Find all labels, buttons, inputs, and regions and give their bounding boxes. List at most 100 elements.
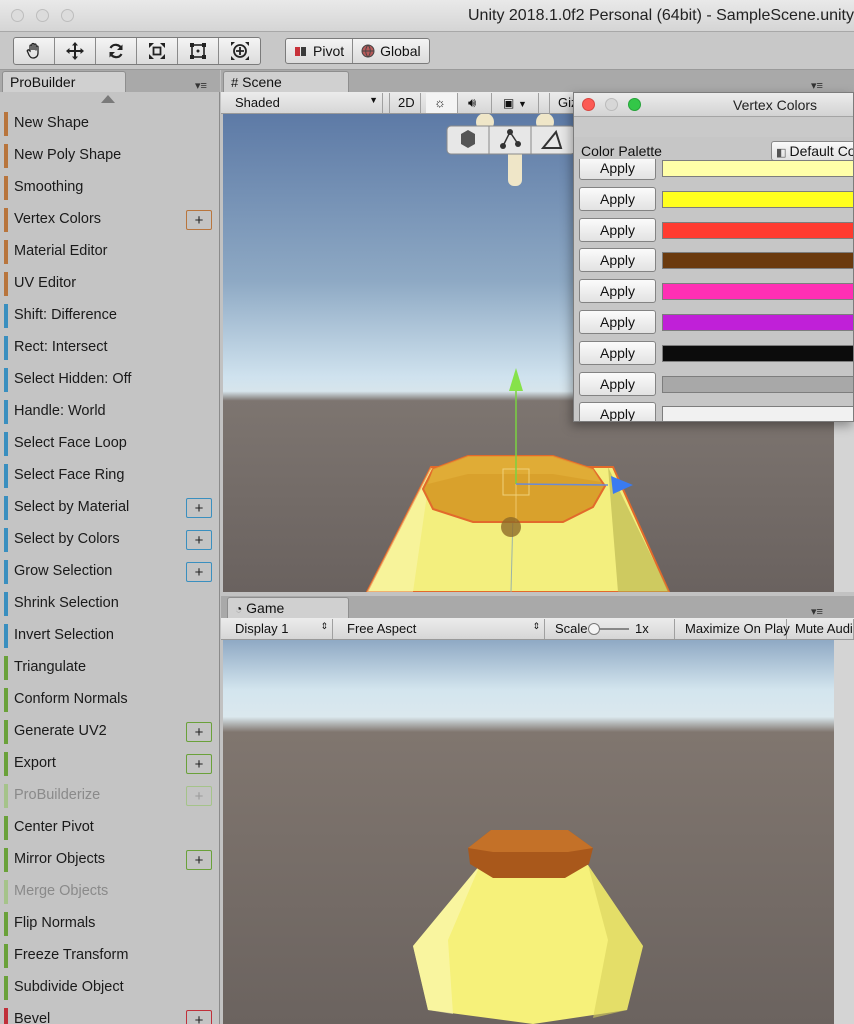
apply-color-button[interactable]: Apply	[579, 310, 656, 334]
probuilder-item-label: Shrink Selection	[14, 595, 119, 611]
global-toggle[interactable]: Global	[353, 39, 428, 63]
probuilder-item[interactable]: Select by Colors +	[4, 528, 214, 552]
scene-panel-menu-icon[interactable]: ▾≡	[811, 79, 823, 92]
probuilder-item[interactable]: Flip Normals	[4, 912, 214, 936]
apply-color-button[interactable]: Apply	[579, 402, 656, 421]
hand-tool-button[interactable]	[14, 38, 55, 64]
color-swatch[interactable]	[662, 314, 853, 331]
category-color-bar	[4, 336, 8, 360]
probuilder-item[interactable]: New Shape	[4, 112, 214, 136]
effects-dropdown[interactable]: ▣ ▼	[495, 93, 539, 113]
tab-probuilder[interactable]: ProBuilder	[2, 71, 126, 92]
tab-scene[interactable]: # Scene	[223, 71, 349, 92]
color-swatch[interactable]	[662, 252, 853, 270]
probuilder-item[interactable]: Mirror Objects +	[4, 848, 214, 872]
close-window-button[interactable]	[11, 9, 24, 22]
options-plus-button[interactable]: +	[186, 722, 212, 742]
color-swatch[interactable]	[662, 190, 853, 208]
mute-audio-toggle[interactable]: Mute Audio	[787, 619, 854, 639]
options-plus-button[interactable]: +	[186, 498, 212, 518]
2d-toggle[interactable]: 2D	[389, 93, 421, 113]
probuilder-item[interactable]: Rect: Intersect	[4, 336, 214, 360]
y-axis-handle[interactable]	[509, 368, 523, 391]
transform-tools	[13, 37, 261, 65]
options-plus-button[interactable]: +	[186, 562, 212, 582]
probuilder-item[interactable]: Triangulate	[4, 656, 214, 680]
color-palette-field[interactable]: ◧ Default Color Palette	[771, 141, 853, 161]
probuilder-item[interactable]: Shrink Selection	[4, 592, 214, 616]
probuilder-item[interactable]: Grow Selection +	[4, 560, 214, 584]
apply-color-button[interactable]: Apply	[579, 217, 656, 242]
vc-minimize-button[interactable]	[605, 98, 618, 111]
probuilder-item[interactable]: Select Face Loop	[4, 432, 214, 456]
aspect-value: Free Aspect	[347, 621, 417, 636]
probuilder-item-label: Conform Normals	[14, 691, 128, 707]
vc-close-button[interactable]	[582, 98, 595, 111]
probuilder-item[interactable]: Export +	[4, 752, 214, 776]
probuilder-item[interactable]: Select by Material +	[4, 496, 214, 520]
audio-toggle[interactable]: 🔊︎	[460, 93, 492, 113]
category-color-bar	[4, 368, 8, 392]
shading-mode-dropdown[interactable]: Shaded ▼	[227, 93, 383, 113]
color-swatch[interactable]	[662, 160, 853, 177]
probuilder-item[interactable]: Conform Normals	[4, 688, 214, 712]
scale-slider-thumb[interactable]	[588, 623, 600, 635]
game-panel-menu-icon[interactable]: ▾≡	[811, 605, 823, 618]
color-swatch[interactable]	[662, 375, 853, 393]
category-color-bar	[4, 304, 8, 328]
options-plus-button[interactable]: +	[186, 850, 212, 870]
apply-color-button[interactable]: Apply	[579, 371, 656, 396]
move-tool-button[interactable]	[55, 38, 96, 64]
probuilder-item[interactable]: Vertex Colors +	[4, 208, 214, 232]
category-color-bar	[4, 496, 8, 520]
panel-menu-icon[interactable]: ▾≡	[195, 79, 207, 92]
probuilder-item[interactable]: Bevel +	[4, 1008, 214, 1024]
color-swatch[interactable]	[662, 221, 853, 239]
probuilder-item[interactable]: UV Editor	[4, 272, 214, 296]
scene-tab-row: # Scene ▾≡	[221, 70, 854, 92]
image-icon: ▣	[503, 96, 515, 110]
probuilder-item[interactable]: Center Pivot	[4, 816, 214, 840]
vertex-colors-titlebar: Vertex Colors	[574, 93, 853, 117]
probuilder-item[interactable]: Invert Selection	[4, 624, 214, 648]
probuilder-item-label: Bevel	[14, 1011, 51, 1024]
color-swatch[interactable]	[662, 283, 853, 301]
zoom-window-button[interactable]	[61, 9, 74, 22]
apply-color-button[interactable]: Apply	[579, 279, 656, 304]
probuilder-item[interactable]: Select Face Ring	[4, 464, 214, 488]
rect-tool-button[interactable]	[178, 38, 219, 64]
aspect-dropdown[interactable]: Free Aspect ⇕	[339, 619, 545, 639]
lighting-toggle[interactable]: ☼	[426, 93, 458, 113]
apply-color-button[interactable]: Apply	[579, 340, 656, 365]
probuilder-item-label: Select by Colors	[14, 531, 120, 547]
probuilder-item[interactable]: Freeze Transform	[4, 944, 214, 968]
vc-zoom-button[interactable]	[628, 98, 641, 111]
options-plus-button[interactable]: +	[186, 754, 212, 774]
pivot-toggle[interactable]: Pivot	[286, 39, 354, 63]
probuilder-item[interactable]: Select Hidden: Off	[4, 368, 214, 392]
minimize-window-button[interactable]	[36, 9, 49, 22]
options-plus-button[interactable]: +	[186, 1010, 212, 1024]
tab-game[interactable]: ◔ Game	[227, 597, 349, 618]
probuilder-item[interactable]: Smoothing	[4, 176, 214, 200]
scale-tool-button[interactable]	[137, 38, 178, 64]
maximize-on-play-toggle[interactable]: Maximize On Play	[677, 619, 790, 639]
probuilder-item[interactable]: Shift: Difference	[4, 304, 214, 328]
probuilder-item[interactable]: Handle: World	[4, 400, 214, 424]
options-plus-button[interactable]: +	[186, 210, 212, 230]
color-swatch[interactable]	[662, 406, 853, 421]
apply-color-button[interactable]: Apply	[579, 248, 656, 273]
apply-color-button[interactable]: Apply	[579, 186, 656, 211]
probuilder-item[interactable]: New Poly Shape	[4, 144, 214, 168]
apply-color-button[interactable]: Apply	[579, 159, 656, 180]
display-dropdown[interactable]: Display 1 ⇕	[227, 619, 333, 639]
probuilder-item[interactable]: Material Editor	[4, 240, 214, 264]
transform-tool-button[interactable]	[219, 38, 260, 64]
options-plus-button[interactable]: +	[186, 530, 212, 550]
rotate-tool-button[interactable]	[96, 38, 137, 64]
probuilder-item-label: Generate UV2	[14, 723, 107, 739]
color-swatch[interactable]	[662, 344, 853, 362]
probuilder-item[interactable]: Generate UV2 +	[4, 720, 214, 744]
probuilder-item[interactable]: Subdivide Object	[4, 976, 214, 1000]
scroll-up-arrow-icon[interactable]	[101, 95, 115, 103]
